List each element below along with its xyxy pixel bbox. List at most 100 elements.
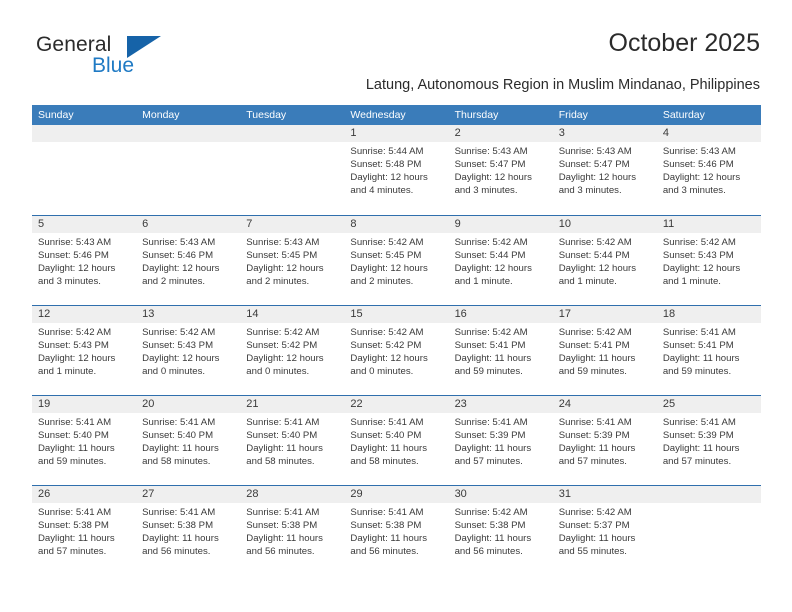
sunset-text: Sunset: 5:45 PM <box>350 249 422 261</box>
day-details: Sunrise: 5:41 AM Sunset: 5:40 PM Daylight:… <box>136 413 240 468</box>
sunset-text: Sunset: 5:39 PM <box>454 429 526 441</box>
day-details: Sunrise: 5:41 AM Sunset: 5:40 PM Daylight:… <box>344 413 448 468</box>
calendar-day-cell[interactable]: 20 Sunrise: 5:41 AM Sunset: 5:40 PM Dayligh… <box>136 394 241 485</box>
day-cell-inner: 30 Sunrise: 5:42 AM Sunset: 5:38 PM Dayligh… <box>448 485 553 574</box>
sunrise-text: Sunrise: 5:42 AM <box>454 326 528 338</box>
calendar-day-cell[interactable]: 17 Sunrise: 5:42 AM Sunset: 5:41 PM Dayligh… <box>552 304 657 395</box>
calendar-day-cell[interactable]: 9 Sunrise: 5:42 AM Sunset: 5:44 PM Daylight… <box>448 214 553 305</box>
calendar-day-cell[interactable]: 29 Sunrise: 5:41 AM Sunset: 5:38 PM Dayligh… <box>344 484 449 575</box>
calendar-day-cell[interactable]: 30 Sunrise: 5:42 AM Sunset: 5:38 PM Dayligh… <box>448 484 553 575</box>
calendar-day-cell[interactable]: 21 Sunrise: 5:41 AM Sunset: 5:40 PM Dayligh… <box>240 394 345 485</box>
calendar-day-cell[interactable]: 2 Sunrise: 5:43 AM Sunset: 5:47 PM Daylight… <box>448 125 553 215</box>
sunrise-text: Sunrise: 5:44 AM <box>350 146 424 157</box>
calendar-day-cell[interactable]: 25 Sunrise: 5:41 AM Sunset: 5:39 PM Dayligh… <box>656 394 761 485</box>
day-number: 19 <box>32 395 137 413</box>
daylight-text-cont: and 57 minutes. <box>558 455 627 467</box>
day-number: 3 <box>552 125 657 142</box>
sunrise-text: Sunrise: 5:41 AM <box>142 416 216 428</box>
daylight-text: Daylight: 11 hours <box>662 442 740 454</box>
calendar-day-cell[interactable]: 28 Sunrise: 5:41 AM Sunset: 5:38 PM Dayligh… <box>240 484 345 575</box>
sunrise-text: Sunrise: 5:42 AM <box>558 506 632 518</box>
calendar-day-cell[interactable]: 1 Sunrise: 5:44 AM Sunset: 5:48 PM Daylight… <box>344 125 449 215</box>
calendar-week-row: 12 Sunrise: 5:42 AM Sunset: 5:43 PM Dayligh… <box>32 304 761 395</box>
calendar-day-cell[interactable]: 4 Sunrise: 5:43 AM Sunset: 5:46 PM Daylight… <box>656 125 761 215</box>
calendar-day-cell[interactable]: 18 Sunrise: 5:41 AM Sunset: 5:41 PM Dayligh… <box>656 304 761 395</box>
daylight-text-cont: and 59 minutes. <box>558 365 627 377</box>
day-number: 15 <box>344 305 449 323</box>
sunrise-text: Sunrise: 5:42 AM <box>454 236 528 248</box>
day-cell-inner: 4 Sunrise: 5:43 AM Sunset: 5:46 PM Daylight… <box>656 125 761 213</box>
day-details: Sunrise: 5:42 AM Sunset: 5:43 PM Daylight:… <box>136 323 240 378</box>
sunrise-text: Sunrise: 5:43 AM <box>454 146 528 157</box>
daylight-text-cont: and 56 minutes. <box>350 545 419 557</box>
daylight-text: Daylight: 12 hours <box>350 352 428 364</box>
daylight-text: Daylight: 11 hours <box>38 442 115 454</box>
sunrise-text: Sunrise: 5:41 AM <box>558 416 632 428</box>
day-number: 5 <box>32 215 137 233</box>
weekday-header-row: Sunday Monday Tuesday Wednesday Thursday Frid… <box>32 105 761 125</box>
calendar-day-cell[interactable]: 6 Sunrise: 5:43 AM Sunset: 5:46 PM Daylight… <box>136 214 241 305</box>
calendar-day-cell[interactable]: 26 Sunrise: 5:41 AM Sunset: 5:38 PM Dayligh… <box>32 484 137 575</box>
calendar-day-cell[interactable]: 31 Sunrise: 5:42 AM Sunset: 5:37 PM Dayligh… <box>552 484 657 575</box>
day-cell-inner: 14 Sunrise: 5:42 AM Sunset: 5:42 PM Dayligh… <box>240 305 345 394</box>
calendar-day-cell[interactable]: 23 Sunrise: 5:41 AM Sunset: 5:39 PM Dayligh… <box>448 394 553 485</box>
day-cell-inner: 20 Sunrise: 5:41 AM Sunset: 5:40 PM Dayligh… <box>136 395 241 484</box>
daylight-text: Daylight: 12 hours <box>38 352 116 364</box>
daylight-text-cont: and 57 minutes. <box>454 455 523 467</box>
day-cell-inner: 6 Sunrise: 5:43 AM Sunset: 5:46 PM Daylight… <box>136 215 241 304</box>
day-number: 1 <box>344 125 449 142</box>
day-cell-inner: 27 Sunrise: 5:41 AM Sunset: 5:38 PM Dayligh… <box>136 485 241 574</box>
day-details: Sunrise: 5:42 AM Sunset: 5:44 PM Daylight:… <box>553 233 657 288</box>
daylight-text-cont: and 57 minutes. <box>662 455 732 467</box>
generalblue-logo[interactable]: General Blue <box>32 32 262 88</box>
day-cell-inner: 18 Sunrise: 5:41 AM Sunset: 5:41 PM Dayligh… <box>656 305 761 394</box>
day-number: 31 <box>552 485 657 503</box>
calendar-day-cell[interactable]: 27 Sunrise: 5:41 AM Sunset: 5:38 PM Dayligh… <box>136 484 241 575</box>
day-details <box>657 503 761 506</box>
calendar-day-cell[interactable]: 19 Sunrise: 5:41 AM Sunset: 5:40 PM Dayligh… <box>32 394 137 485</box>
calendar-day-cell[interactable]: 7 Sunrise: 5:43 AM Sunset: 5:45 PM Daylight… <box>240 214 345 305</box>
daylight-text: Daylight: 12 hours <box>350 172 428 184</box>
day-number: 21 <box>240 395 345 413</box>
day-number: 18 <box>656 305 761 323</box>
day-details: Sunrise: 5:43 AM Sunset: 5:46 PM Daylight:… <box>657 142 761 197</box>
day-number: 7 <box>240 215 345 233</box>
daylight-text: Daylight: 12 hours <box>454 172 532 184</box>
calendar-day-cell[interactable]: 10 Sunrise: 5:42 AM Sunset: 5:44 PM Dayligh… <box>552 214 657 305</box>
calendar-day-cell[interactable]: 13 Sunrise: 5:42 AM Sunset: 5:43 PM Dayligh… <box>136 304 241 395</box>
day-number <box>32 125 137 142</box>
daylight-text: Daylight: 11 hours <box>558 442 636 454</box>
calendar-day-cell-empty <box>656 484 761 575</box>
day-number: 14 <box>240 305 345 323</box>
weekday-header-monday: Monday <box>136 105 241 125</box>
day-number: 13 <box>136 305 241 323</box>
day-number: 25 <box>656 395 761 413</box>
calendar-day-cell[interactable]: 16 Sunrise: 5:42 AM Sunset: 5:41 PM Dayligh… <box>448 304 553 395</box>
day-cell-inner: 15 Sunrise: 5:42 AM Sunset: 5:42 PM Dayligh… <box>344 305 449 394</box>
page-header: General Blue October 2025 Latung, Autono… <box>32 28 760 100</box>
calendar-day-cell[interactable]: 5 Sunrise: 5:43 AM Sunset: 5:46 PM Daylight… <box>32 214 137 305</box>
sunrise-text: Sunrise: 5:42 AM <box>558 326 632 338</box>
calendar-day-cell[interactable]: 15 Sunrise: 5:42 AM Sunset: 5:42 PM Dayligh… <box>344 304 449 395</box>
sunrise-text: Sunrise: 5:42 AM <box>662 236 736 248</box>
sunset-text: Sunset: 5:41 PM <box>454 339 526 351</box>
calendar-day-cell[interactable]: 8 Sunrise: 5:42 AM Sunset: 5:45 PM Daylight… <box>344 214 449 305</box>
sunset-text: Sunset: 5:43 PM <box>142 339 214 351</box>
calendar-day-cell[interactable]: 14 Sunrise: 5:42 AM Sunset: 5:42 PM Dayligh… <box>240 304 345 395</box>
day-number <box>240 125 345 142</box>
daylight-text-cont: and 59 minutes. <box>454 365 523 377</box>
sunrise-text: Sunrise: 5:42 AM <box>38 326 112 338</box>
calendar-day-cell[interactable]: 12 Sunrise: 5:42 AM Sunset: 5:43 PM Dayligh… <box>32 304 137 395</box>
calendar-day-cell[interactable]: 22 Sunrise: 5:41 AM Sunset: 5:40 PM Dayligh… <box>344 394 449 485</box>
calendar-day-cell[interactable]: 11 Sunrise: 5:42 AM Sunset: 5:43 PM Dayligh… <box>656 214 761 305</box>
day-details: Sunrise: 5:41 AM Sunset: 5:38 PM Daylight:… <box>136 503 240 558</box>
calendar-day-cell[interactable]: 3 Sunrise: 5:43 AM Sunset: 5:47 PM Daylight… <box>552 125 657 215</box>
calendar-day-cell[interactable]: 24 Sunrise: 5:41 AM Sunset: 5:39 PM Dayligh… <box>552 394 657 485</box>
day-cell-inner: 5 Sunrise: 5:43 AM Sunset: 5:46 PM Daylight… <box>32 215 137 304</box>
calendar-day-cell-empty <box>136 125 241 215</box>
day-cell-inner <box>240 125 345 213</box>
day-cell-inner: 2 Sunrise: 5:43 AM Sunset: 5:47 PM Daylight… <box>448 125 553 213</box>
daylight-text-cont: and 3 minutes. <box>662 185 726 197</box>
day-number: 4 <box>656 125 761 142</box>
sunset-text: Sunset: 5:37 PM <box>558 519 630 531</box>
